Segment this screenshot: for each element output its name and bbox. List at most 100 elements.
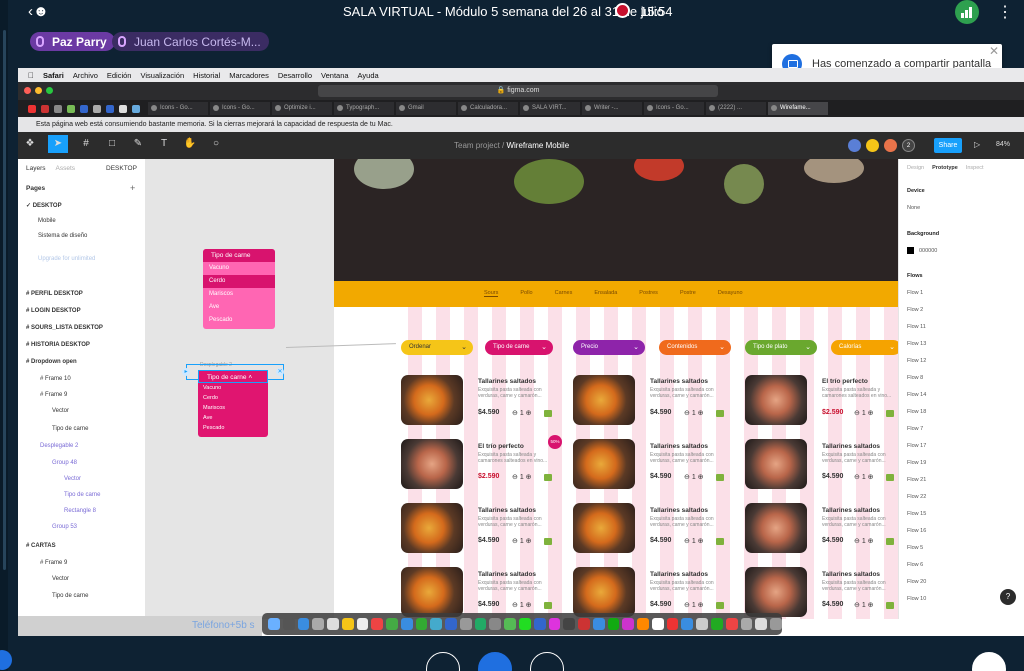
illustrator-icon[interactable] bbox=[637, 618, 649, 630]
dropdown-option[interactable]: Vacuno bbox=[198, 383, 268, 393]
product-image[interactable] bbox=[401, 439, 463, 489]
quantity-stepper[interactable]: ⊖ 1 ⊕ bbox=[854, 473, 874, 481]
menu-item[interactable]: Archivo bbox=[73, 71, 98, 80]
cart-icon[interactable] bbox=[886, 474, 894, 481]
layer-item[interactable]: # SOURS_LISTA DESKTOP bbox=[26, 322, 103, 334]
product-image[interactable] bbox=[573, 375, 635, 425]
dropdown-header[interactable]: Tipo de carne ˄ bbox=[198, 370, 268, 383]
menu-item[interactable]: Historial bbox=[193, 71, 220, 80]
safari-icon[interactable] bbox=[297, 618, 310, 630]
cart-icon[interactable] bbox=[544, 410, 552, 417]
whatsapp-icon[interactable] bbox=[519, 618, 531, 630]
trash-icon[interactable] bbox=[770, 618, 782, 630]
pen-tool-icon[interactable]: ✎ bbox=[130, 138, 146, 153]
chrome-icon[interactable] bbox=[386, 618, 398, 630]
finder-icon[interactable] bbox=[268, 618, 280, 630]
nav-link[interactable]: Carnes bbox=[555, 290, 573, 297]
flow-item[interactable]: Flow 16 bbox=[907, 528, 926, 534]
participant-chip[interactable]: Juan Carlos Cortés-M... bbox=[112, 32, 269, 51]
filter-dropdown[interactable]: Contenidos ⌄ bbox=[659, 340, 731, 355]
app-icon[interactable] bbox=[312, 618, 325, 630]
layer-item[interactable]: # Frame 10 bbox=[40, 373, 71, 385]
quantity-stepper[interactable]: ⊖ 1 ⊕ bbox=[684, 601, 704, 609]
layer-item[interactable]: # LOGIN DESKTOP bbox=[26, 305, 81, 317]
flow-item[interactable]: Flow 19 bbox=[907, 460, 926, 466]
app-icon[interactable] bbox=[740, 618, 753, 630]
flow-item[interactable]: Flow 14 bbox=[907, 392, 926, 398]
app-icon[interactable] bbox=[563, 618, 576, 630]
mute-mic-button[interactable] bbox=[426, 652, 460, 671]
close-handle-icon[interactable]: ✕ bbox=[276, 368, 284, 376]
back-user-icon[interactable]: ‹☻ bbox=[28, 3, 49, 20]
product-image[interactable] bbox=[401, 375, 463, 425]
figma-menu-icon[interactable]: ❖ bbox=[22, 138, 38, 153]
cart-icon[interactable] bbox=[544, 538, 552, 545]
browser-tab[interactable]: Icons - Go... bbox=[644, 102, 704, 115]
cart-icon[interactable] bbox=[886, 538, 894, 545]
product-image[interactable] bbox=[401, 503, 463, 553]
flow-item[interactable]: Flow 17 bbox=[907, 443, 926, 449]
dropdown-header[interactable]: Tipo de carne bbox=[203, 249, 275, 262]
layer-item[interactable]: Tipo de carne bbox=[52, 423, 88, 435]
menu-item[interactable]: Marcadores bbox=[229, 71, 269, 80]
shape-tool-icon[interactable]: □ bbox=[104, 138, 120, 153]
more-options-icon[interactable]: ⋮ bbox=[997, 2, 1013, 22]
dropdown-option[interactable]: Vacuno bbox=[203, 262, 275, 275]
product-image[interactable] bbox=[573, 567, 635, 617]
flow-item[interactable]: Flow 5 bbox=[907, 545, 923, 551]
product-image[interactable] bbox=[745, 567, 807, 617]
tab-prototype[interactable]: Prototype bbox=[932, 165, 958, 171]
nav-link[interactable]: Pollo bbox=[520, 290, 532, 297]
browser-tab[interactable]: Icons - Go... bbox=[148, 102, 208, 115]
product-image[interactable] bbox=[745, 503, 807, 553]
page-item[interactable]: ✓ DESKTOP bbox=[26, 200, 62, 212]
browser-tab[interactable]: Writer -... bbox=[582, 102, 642, 115]
quantity-stepper[interactable]: ⊖ 1 ⊕ bbox=[854, 601, 874, 609]
app-icon[interactable] bbox=[371, 618, 384, 630]
menu-item[interactable]: Visualización bbox=[140, 71, 184, 80]
app-store-icon[interactable] bbox=[445, 618, 457, 630]
layer-item[interactable]: Vector bbox=[52, 405, 69, 417]
page-item[interactable]: Mobile bbox=[38, 215, 56, 227]
dropdown-option[interactable]: Cerdo bbox=[203, 275, 275, 288]
help-icon[interactable]: ? bbox=[1000, 589, 1016, 605]
flow-item[interactable]: Flow 1 bbox=[907, 290, 923, 296]
background-value[interactable]: 000000 bbox=[907, 247, 937, 254]
flow-item[interactable]: Flow 20 bbox=[907, 579, 926, 585]
app-icon[interactable] bbox=[651, 618, 664, 630]
add-page-icon[interactable]: + bbox=[130, 183, 135, 193]
dropdown-selected-component[interactable]: Tipo de carne ˄ Vacuno Cerdo Mariscos Av… bbox=[198, 370, 268, 437]
browser-tab[interactable]: Typograph... bbox=[334, 102, 394, 115]
layer-item[interactable]: # HISTORIA DESKTOP bbox=[26, 339, 90, 351]
acrobat-icon[interactable] bbox=[666, 618, 679, 630]
menu-item[interactable]: Edición bbox=[107, 71, 132, 80]
layer-item[interactable]: Desplegable 2 bbox=[40, 440, 78, 452]
quantity-stepper[interactable]: ⊖ 1 ⊕ bbox=[854, 537, 874, 545]
app-icon[interactable] bbox=[356, 618, 369, 630]
layer-item[interactable]: Group 53 bbox=[52, 521, 77, 533]
app-icon[interactable] bbox=[489, 618, 502, 630]
cart-icon[interactable] bbox=[716, 410, 724, 417]
layer-item[interactable]: # Dropdown open bbox=[26, 356, 77, 368]
hand-tool-icon[interactable]: ✋ bbox=[182, 138, 198, 153]
page-item[interactable]: Sistema de diseño bbox=[38, 230, 87, 242]
quantity-stepper[interactable]: ⊖ 1 ⊕ bbox=[684, 473, 704, 481]
cart-icon[interactable] bbox=[544, 474, 552, 481]
app-icon[interactable] bbox=[725, 618, 738, 630]
app-icon[interactable] bbox=[474, 618, 487, 630]
layer-item[interactable]: Tipo de carne bbox=[52, 590, 88, 602]
dropdown-open-component[interactable]: Tipo de carne Vacuno Cerdo Mariscos Ave … bbox=[203, 249, 275, 329]
filter-dropdown[interactable]: Tipo de carne ⌄ bbox=[485, 340, 553, 355]
app-icon[interactable] bbox=[578, 618, 590, 630]
app-icon[interactable] bbox=[755, 618, 768, 630]
quantity-stepper[interactable]: ⊖ 1 ⊕ bbox=[512, 601, 532, 609]
apple-icon[interactable]:  bbox=[28, 71, 34, 80]
settings-icon[interactable] bbox=[459, 618, 472, 630]
flow-item[interactable]: Flow 15 bbox=[907, 511, 926, 517]
address-bar[interactable]: 🔒 figma.com bbox=[318, 85, 718, 97]
raise-hand-button[interactable] bbox=[972, 652, 1006, 671]
page-selector[interactable]: DESKTOP bbox=[106, 165, 137, 172]
layer-item[interactable]: # Frame 9 bbox=[40, 389, 67, 401]
tab-inspect[interactable]: Inspect bbox=[966, 165, 984, 171]
menu-item[interactable]: Desarrollo bbox=[278, 71, 312, 80]
